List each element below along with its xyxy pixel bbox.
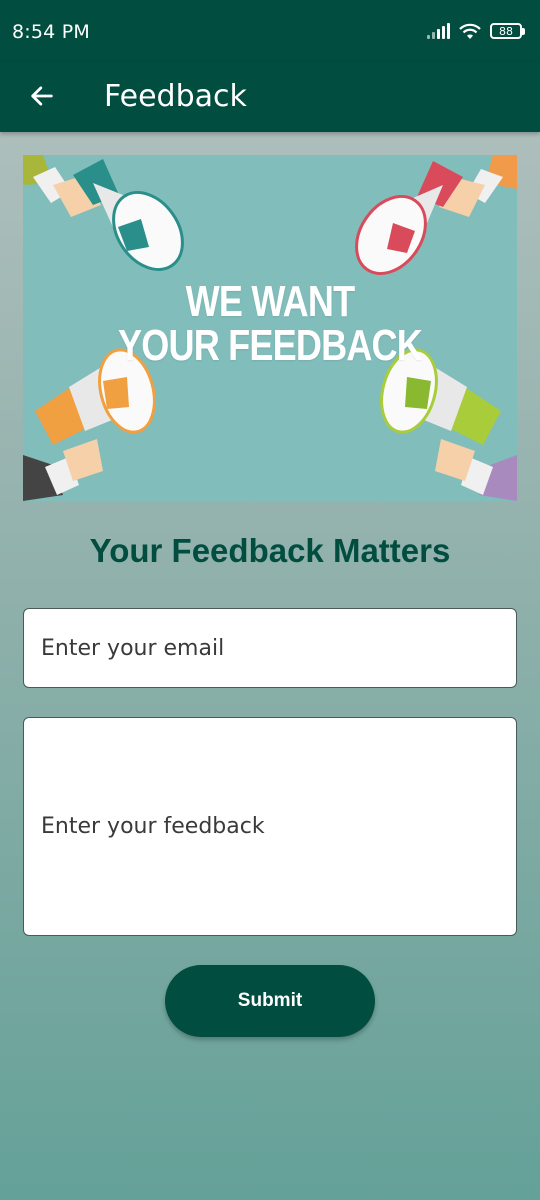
banner-line-2: YOUR FEEDBACK [117,321,423,370]
page-title: Feedback [104,79,247,114]
form-heading: Your Feedback Matters [89,532,451,569]
banner-line-1: WE WANT [185,277,355,326]
feedback-placeholder: Enter your feedback [41,814,265,839]
submit-label: Submit [237,990,303,1011]
battery-level: 88 [499,24,513,38]
back-button[interactable] [22,76,62,116]
signal-icon [427,23,450,39]
status-icons: 88 [427,22,525,40]
arrow-left-icon [31,86,53,106]
feedback-field[interactable]: Enter your feedback [23,717,517,936]
status-time: 8:54 PM [12,21,90,43]
megaphone-icon [355,155,517,275]
submit-button[interactable]: Submit [165,965,375,1037]
feedback-banner-image: WE WANT YOUR FEEDBACK [23,155,517,501]
megaphone-icon [23,155,184,271]
app-bar: Feedback [0,62,540,132]
wifi-icon [459,23,481,39]
status-bar: 8:54 PM 88 [0,0,540,62]
email-field[interactable]: Enter your email [23,608,517,688]
battery-icon: 88 [490,23,525,39]
email-placeholder: Enter your email [41,635,225,661]
